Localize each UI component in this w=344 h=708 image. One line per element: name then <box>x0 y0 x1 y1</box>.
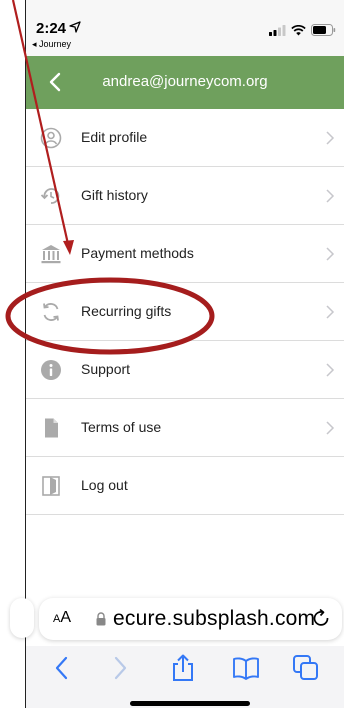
home-indicator <box>130 701 250 706</box>
wifi-icon <box>291 24 306 35</box>
bookmarks-icon[interactable] <box>232 654 260 682</box>
menu-item-log-out[interactable]: Log out <box>26 457 344 515</box>
forward-icon[interactable] <box>106 654 134 682</box>
reload-icon[interactable] <box>312 608 332 630</box>
chevron-right-icon <box>326 247 335 261</box>
app-header: andrea@journeycom.org <box>26 56 344 109</box>
status-icons <box>269 24 336 36</box>
chevron-right-icon <box>326 305 335 319</box>
chevron-right-icon <box>326 131 335 145</box>
back-to-app-link[interactable]: ◂ Journey <box>32 39 71 50</box>
status-time: 2:24 <box>36 20 67 37</box>
battery-icon <box>311 24 336 36</box>
phone-screen: 2:24 ◂ Journey andrea@journeycom.org Edi… <box>10 0 344 708</box>
menu-item-label: Edit profile <box>81 129 148 145</box>
previous-tab-card[interactable] <box>10 598 34 638</box>
menu-item-terms-of-use[interactable]: Terms of use <box>26 399 344 457</box>
menu-item-label: Terms of use <box>81 419 162 435</box>
menu-item-label: Recurring gifts <box>81 303 172 319</box>
reader-options-button[interactable]: AA <box>53 609 71 627</box>
status-bar: 2:24 ◂ Journey <box>26 0 344 56</box>
menu-item-edit-profile[interactable]: Edit profile <box>26 109 344 167</box>
account-menu: Edit profile Gift history Payment method… <box>26 109 344 515</box>
back-icon[interactable] <box>48 654 76 682</box>
browser-toolbar <box>26 646 344 708</box>
menu-item-label: Log out <box>81 477 128 493</box>
location-arrow-icon <box>69 21 81 33</box>
menu-item-label: Payment methods <box>81 245 194 261</box>
menu-item-recurring-gifts[interactable]: Recurring gifts <box>26 283 344 341</box>
menu-item-support[interactable]: Support <box>26 341 344 399</box>
logout-icon <box>42 476 60 496</box>
menu-item-payment-methods[interactable]: Payment methods <box>26 225 344 283</box>
chevron-right-icon <box>326 189 335 203</box>
menu-item-label: Support <box>81 361 131 377</box>
phone-screenshot: 2:24 ◂ Journey andrea@journeycom.org Edi… <box>0 0 344 708</box>
menu-item-label: Gift history <box>81 187 148 203</box>
cellular-signal-icon <box>269 24 286 36</box>
share-icon[interactable] <box>169 654 197 682</box>
tabs-icon[interactable] <box>292 654 320 682</box>
bank-icon <box>41 245 61 264</box>
account-email-title: andrea@journeycom.org <box>102 73 268 90</box>
info-icon <box>41 360 61 380</box>
history-icon <box>40 188 60 204</box>
url-text: ecure.subsplash.com <box>113 607 316 630</box>
document-icon <box>45 418 58 438</box>
chevron-right-icon <box>326 363 335 377</box>
aa-large: A <box>60 609 72 626</box>
lock-icon <box>96 612 106 626</box>
browser-address-area: AA ecure.subsplash.com <box>10 598 344 646</box>
menu-item-gift-history[interactable]: Gift history <box>26 167 344 225</box>
address-bar[interactable]: AA ecure.subsplash.com <box>39 598 342 640</box>
chevron-right-icon <box>326 421 335 435</box>
user-circle-icon <box>40 127 62 149</box>
recurring-icon <box>43 303 59 321</box>
